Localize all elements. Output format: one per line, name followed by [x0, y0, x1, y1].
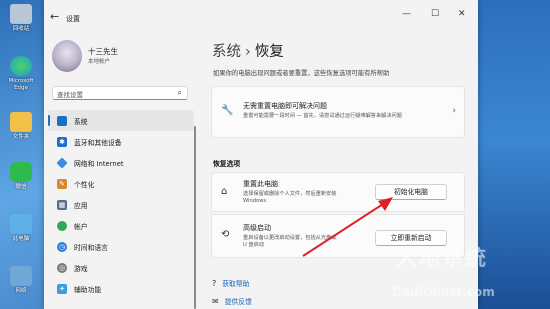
desktop-icon-folder[interactable]: 文件夹: [2, 112, 40, 141]
sidebar-scrollbar[interactable]: [194, 126, 196, 309]
reset-pc-card: ⌂ 重置此电脑 选择保留或删除个人文件，然后重新安装 Windows 初始化电脑: [211, 172, 465, 212]
desktop-wallpaper: [478, 0, 550, 309]
sidebar-item-accounts[interactable]: 帐户: [48, 215, 194, 236]
get-help-link[interactable]: ? 获取帮助: [212, 278, 249, 288]
desktop-icon-edge[interactable]: Microsoft Edge: [2, 56, 40, 92]
desktop-icon-wechat[interactable]: 微信: [2, 162, 40, 191]
reset-pc-subtitle-1: 选择保留或删除个人文件，然后重新安装: [243, 191, 337, 197]
folder-icon: [10, 112, 32, 132]
help-icon: ?: [212, 279, 217, 288]
sidebar-item-apps[interactable]: ▦ 应用: [48, 194, 194, 215]
sidebar-item-personalization[interactable]: ✎ 个性化: [48, 173, 194, 194]
search-input[interactable]: 查找设置 ⌕: [52, 86, 188, 100]
desktop-icon-recycle-bin[interactable]: 回收站: [2, 4, 40, 33]
sidebar-item-accessibility[interactable]: ✦ 辅助功能: [48, 278, 194, 299]
sidebar-item-bluetooth[interactable]: ✱ 蓝牙和其他设备: [48, 131, 194, 152]
desktop-icon-network[interactable]: 网络: [2, 266, 40, 295]
desktop-icon-computer[interactable]: 此电脑: [2, 214, 40, 243]
watermark-url: DadiGhost.com: [392, 285, 495, 299]
app-title: 设置: [66, 15, 80, 23]
maximize-button[interactable]: ☐: [431, 9, 439, 19]
chevron-right-icon: ›: [452, 106, 456, 116]
recycle-bin-icon: [10, 4, 32, 24]
search-icon: ⌕: [177, 88, 182, 97]
section-title: 恢复选项: [213, 160, 241, 168]
advanced-startup-icon: ⟲: [221, 229, 230, 240]
pen-icon: ✎: [57, 178, 67, 189]
user-name: 十三先生: [88, 47, 118, 56]
sidebar-nav: 系统 ✱ 蓝牙和其他设备 网络和 Internet ✎ 个性化 ▦ 应用 帐户 …: [48, 110, 194, 299]
advanced-startup-subtitle-2: U 盘启动: [243, 242, 265, 248]
system-icon: [57, 115, 67, 126]
reset-pc-button[interactable]: 初始化电脑: [375, 184, 447, 200]
wrench-icon: 🔧: [221, 105, 234, 116]
sidebar-item-gaming[interactable]: ◎ 游戏: [48, 257, 194, 278]
watermark-logo: 大地系统: [396, 246, 488, 270]
avatar: [52, 40, 82, 72]
sidebar-item-network[interactable]: 网络和 Internet: [48, 152, 194, 173]
advanced-startup-subtitle-1: 重启设备以更改启动设置，包括从光盘或: [243, 235, 337, 241]
accessibility-icon: ✦: [57, 283, 67, 294]
minimize-button[interactable]: —: [402, 9, 411, 19]
troubleshoot-subtitle: 重置可能需要一段时间 — 首先，请尝试通过运行疑难解答来解决问题: [243, 113, 402, 119]
apps-icon: ▦: [57, 199, 67, 210]
bluetooth-icon: ✱: [57, 136, 67, 147]
desktop-icons: 回收站 Microsoft Edge 文件夹 微信 此电脑 网络: [0, 0, 44, 309]
feedback-link[interactable]: ✉ 提供反馈: [212, 296, 252, 306]
sidebar-item-system[interactable]: 系统: [48, 110, 194, 131]
wechat-icon: [10, 162, 32, 182]
breadcrumb-separator: ›: [245, 44, 251, 60]
network-icon: [10, 266, 32, 286]
search-placeholder: 查找设置: [57, 91, 83, 99]
gamepad-icon: ◎: [57, 262, 67, 273]
computer-icon: [10, 214, 32, 234]
clock-icon: ◷: [57, 241, 67, 252]
troubleshoot-card[interactable]: 🔧 无需重置电脑即可解决问题 重置可能需要一段时间 — 首先，请尝试通过运行疑难…: [211, 86, 465, 138]
breadcrumb: 系统 › 恢复: [212, 40, 284, 61]
close-button[interactable]: ✕: [458, 9, 466, 19]
page-title: 恢复: [254, 44, 284, 60]
troubleshoot-title: 无需重置电脑即可解决问题: [243, 102, 327, 110]
reset-pc-title: 重置此电脑: [243, 180, 278, 188]
edge-icon: [10, 56, 32, 76]
breadcrumb-parent[interactable]: 系统: [212, 44, 241, 60]
reset-pc-subtitle-2: Windows: [243, 198, 267, 204]
title-bar: ← 设置 — ☐ ✕: [44, 0, 478, 40]
person-icon: [57, 220, 67, 231]
account-type: 本地帐户: [88, 59, 111, 65]
page-description: 如果你的电脑出现问题或者要重置，这些恢复选项可能有所帮助: [213, 70, 390, 77]
back-arrow-icon[interactable]: ←: [50, 10, 59, 23]
network-icon: [56, 156, 68, 169]
advanced-startup-title: 高级启动: [243, 224, 271, 232]
reset-pc-icon: ⌂: [221, 186, 228, 197]
feedback-icon: ✉: [212, 297, 219, 306]
sidebar-item-time-language[interactable]: ◷ 时间和语言: [48, 236, 194, 257]
